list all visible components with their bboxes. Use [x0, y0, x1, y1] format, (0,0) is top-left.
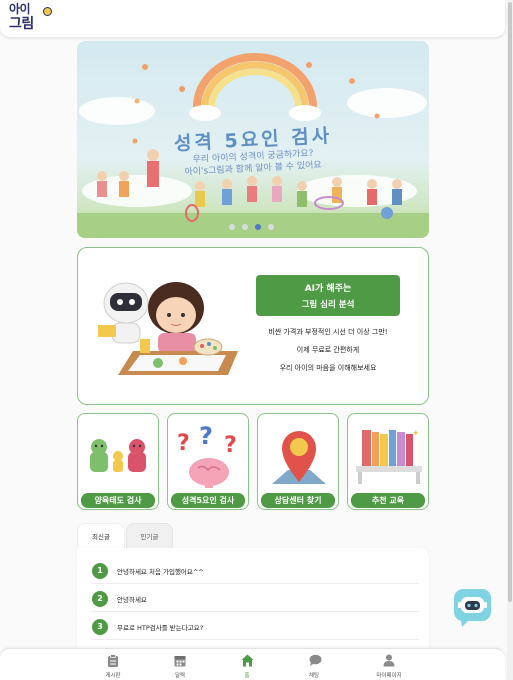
category-big5-test[interactable]: ? ? ? 성격5요인 검사: [167, 413, 249, 510]
carousel-dot[interactable]: [242, 224, 248, 230]
svg-text:?: ?: [224, 433, 237, 458]
chatbot-button[interactable]: [453, 588, 492, 628]
clipboard-icon: [108, 654, 118, 667]
category-parenting-test[interactable]: 양육태도 검사: [77, 413, 159, 510]
post-rank-badge: 3: [92, 619, 108, 635]
robot-chat-icon: [454, 589, 491, 627]
list-item[interactable]: 3 무료로 HTP검사를 받는다고요?: [92, 612, 419, 640]
nav-mypage[interactable]: 마이페이지: [364, 652, 414, 680]
nav-chat[interactable]: 채팅: [289, 652, 339, 680]
list-item[interactable]: 2 안녕하세요: [92, 584, 419, 612]
svg-text:?: ?: [199, 422, 213, 450]
nav-board[interactable]: 게시판: [88, 652, 138, 680]
ai-button-line1: AI가 해주는: [304, 284, 352, 294]
carousel-dots: [229, 224, 279, 232]
carousel-dot[interactable]: [268, 224, 274, 230]
category-label: 양육태도 검사: [81, 493, 155, 508]
nav-label: 달력: [174, 673, 186, 679]
category-label: 추천 교육: [351, 493, 425, 508]
carousel-dot-active[interactable]: [255, 224, 261, 230]
app-header: 아이 그림: [0, 0, 505, 37]
svg-text:✦: ✦: [412, 429, 420, 439]
category-label: 상담센터 찾기: [261, 493, 335, 508]
post-title[interactable]: 안녕하세요: [117, 594, 147, 604]
scrollbar-thumb[interactable]: [508, 2, 512, 602]
post-title[interactable]: 무료로 HTP검사를 받는다고요?: [117, 622, 203, 632]
category-recommended-education[interactable]: ✦ 추천 교육: [347, 413, 429, 510]
svg-text:?: ?: [177, 431, 190, 456]
carousel-dot[interactable]: [229, 224, 235, 230]
post-list: 1 안녕하세요 처음 가입했어요^^ 2 안녕하세요 3 무료로 HTP검사를 …: [77, 548, 429, 658]
ai-description-line1: 비싼 가격과 부정적인 시선 더 이상 그만!: [268, 328, 388, 336]
category-label: 성격5요인 검사: [171, 493, 245, 508]
banner-carousel[interactable]: 성격 5요인 검사 우리 아이의 성격이 궁금하가요? 아이's그림과 함께 알…: [77, 41, 429, 238]
category-counseling-center[interactable]: 상담센터 찾기: [257, 413, 339, 510]
ai-analysis-card[interactable]: AI가 해주는 그림 심리 분석 비싼 가격과 부정적인 시선 더 이상 그만!…: [77, 247, 429, 405]
post-title[interactable]: 안녕하세요 처음 가입했어요^^: [117, 566, 204, 576]
logo-text-line1: 아이: [9, 2, 31, 16]
nav-home[interactable]: 홈: [222, 652, 272, 680]
home-icon: [241, 654, 254, 667]
bottom-navigation: 게시판 달력 홈 채팅 마이페이지: [0, 648, 505, 680]
map-pin-icon: [272, 431, 326, 484]
user-icon: [383, 654, 395, 667]
bookshelf-icon: ✦: [356, 429, 422, 484]
tab-popular-posts[interactable]: 인기글: [126, 523, 173, 549]
logo-text-line2: 그림: [9, 16, 34, 32]
tab-latest-posts[interactable]: 최신글: [77, 523, 125, 549]
family-figures-icon: [90, 439, 146, 472]
chat-bubble-icon: [309, 654, 322, 666]
calendar-icon: [174, 656, 186, 667]
ai-analysis-button[interactable]: AI가 해주는 그림 심리 분석: [256, 275, 400, 316]
ai-description-line2: 이제 무료로 간편하게: [296, 346, 360, 354]
nav-label: 채팅: [308, 673, 320, 679]
post-rank-badge: 2: [92, 591, 108, 607]
ai-button-line2: 그림 심리 분석: [301, 300, 355, 310]
nav-calendar[interactable]: 달력: [155, 652, 205, 680]
nav-label: 마이페이지: [376, 673, 402, 679]
nav-label: 홈: [244, 673, 250, 679]
brain-question-icon: ? ? ?: [177, 422, 237, 488]
list-item[interactable]: 1 안녕하세요 처음 가입했어요^^: [92, 556, 419, 584]
robot-girl-drawing-illustration: [98, 282, 238, 375]
logo-badge: [43, 7, 52, 16]
post-rank-badge: 1: [92, 563, 108, 579]
app-logo[interactable]: 아이 그림: [9, 3, 55, 33]
ai-description-line3: 우리 아이의 마음을 이해해보세요: [279, 364, 377, 372]
nav-label: 게시판: [105, 673, 121, 679]
